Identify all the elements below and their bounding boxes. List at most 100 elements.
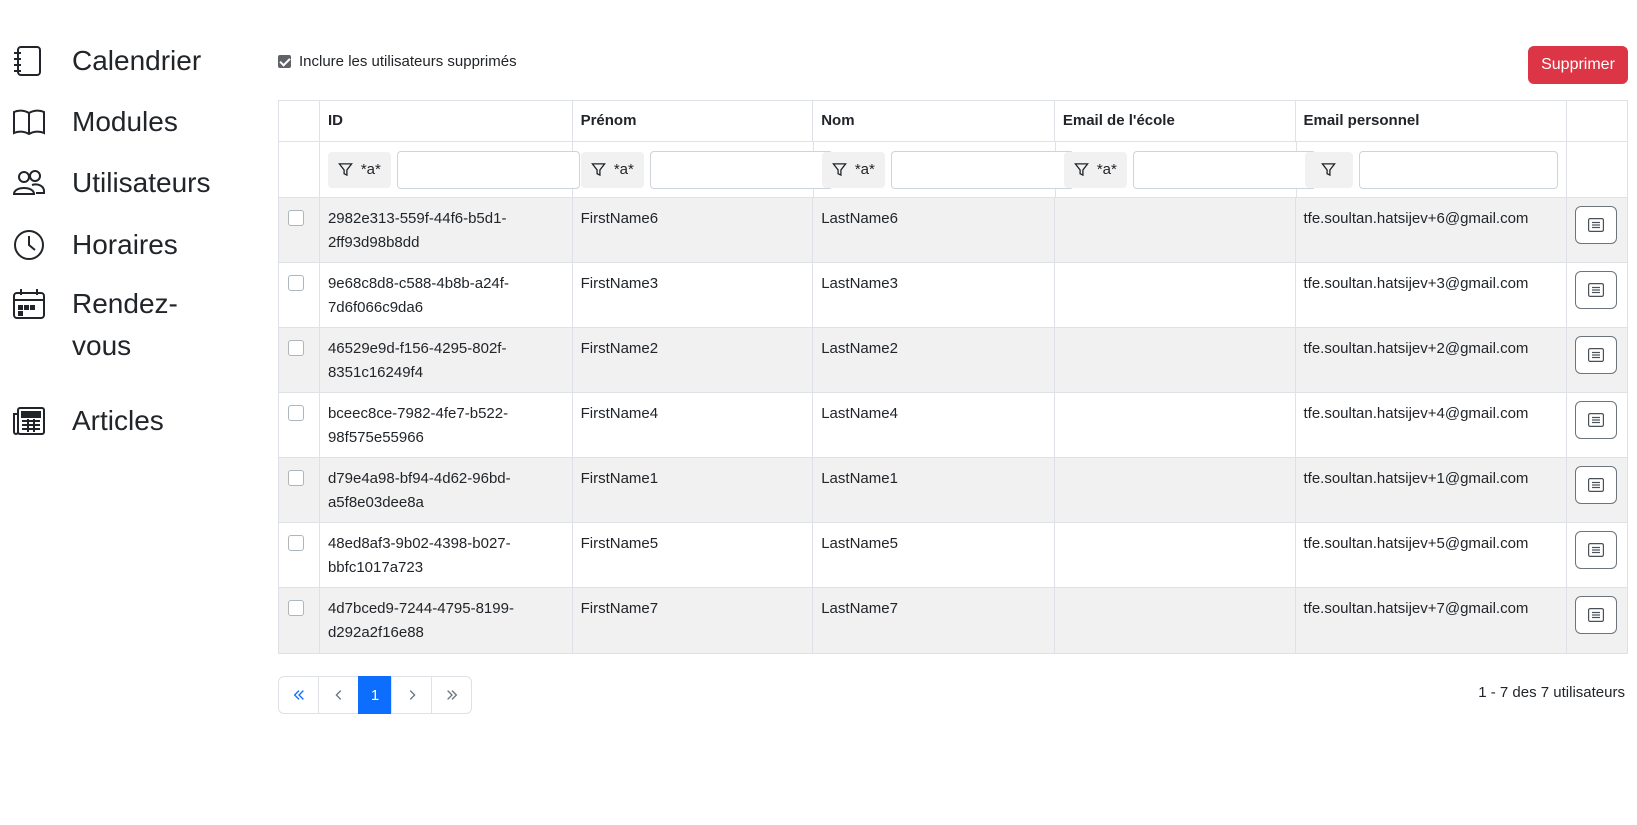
- row-checkbox[interactable]: [288, 275, 304, 291]
- cell-personal-email: tfe.soultan.hatsijev+1@gmail.com: [1296, 458, 1568, 522]
- cell-id: d79e4a98-bf94-4d62-96bd-a5f8e03dee8a: [320, 458, 573, 522]
- list-detail-icon: [1588, 218, 1605, 232]
- sidebar-item-utilisateurs[interactable]: Utilisateurs: [12, 162, 210, 200]
- row-actions-cell: [1567, 458, 1627, 522]
- filter-operator-button[interactable]: *a*: [327, 151, 391, 188]
- sidebar-item-modules[interactable]: Modules: [12, 101, 178, 139]
- page-button-current[interactable]: 1: [358, 676, 392, 714]
- table-row: d79e4a98-bf94-4d62-96bd-a5f8e03dee8a Fir…: [279, 458, 1627, 523]
- sidebar-item-label: Articles: [72, 405, 164, 436]
- column-header-personal-email[interactable]: Email personnel: [1296, 101, 1568, 141]
- cell-school-email: [1055, 263, 1296, 327]
- cell-first-name: FirstName2: [573, 328, 814, 392]
- table-row: 48ed8af3-9b02-4398-b027-bbfc1017a723 Fir…: [279, 523, 1627, 588]
- cell-first-name: FirstName3: [573, 263, 814, 327]
- cell-last-name: LastName4: [813, 393, 1055, 457]
- filter-operator-label: *a*: [360, 161, 381, 178]
- row-actions-cell: [1567, 523, 1627, 587]
- row-select-cell: [279, 458, 320, 522]
- row-checkbox[interactable]: [288, 340, 304, 356]
- cell-id: 48ed8af3-9b02-4398-b027-bbfc1017a723: [320, 523, 573, 587]
- row-checkbox[interactable]: [288, 600, 304, 616]
- filter-operator-button[interactable]: [1304, 151, 1353, 188]
- sidebar-item-articles[interactable]: Articles: [12, 400, 164, 438]
- cell-personal-email: tfe.soultan.hatsijev+5@gmail.com: [1296, 523, 1568, 587]
- row-checkbox[interactable]: [288, 405, 304, 421]
- next-page-button[interactable]: [391, 676, 432, 714]
- list-detail-icon: [1588, 543, 1605, 557]
- filter-row: *a* *a* *a* *a*: [279, 142, 1627, 198]
- filter-operator-label: *a*: [1096, 161, 1117, 178]
- row-select-cell: [279, 523, 320, 587]
- clock-icon: [14, 230, 44, 260]
- row-actions-cell: [1567, 328, 1627, 392]
- row-checkbox[interactable]: [288, 535, 304, 551]
- newspaper-icon: [13, 407, 45, 435]
- sidebar-item-calendrier[interactable]: Calendrier: [12, 40, 201, 78]
- filter-operator-button[interactable]: *a*: [821, 151, 885, 188]
- filter-icon: [337, 163, 353, 177]
- cell-last-name: LastName5: [813, 523, 1055, 587]
- details-button[interactable]: [1575, 401, 1618, 439]
- filter-input-first-name[interactable]: [649, 150, 833, 189]
- cell-school-email: [1055, 393, 1296, 457]
- include-deleted-toggle[interactable]: Inclure les utilisateurs supprimés: [278, 53, 517, 70]
- details-button[interactable]: [1575, 531, 1618, 569]
- filter-input-school-email[interactable]: [1132, 150, 1316, 189]
- delete-button[interactable]: Supprimer: [1528, 46, 1628, 84]
- filter-input-id[interactable]: [396, 150, 580, 189]
- first-page-button[interactable]: [278, 676, 319, 714]
- row-checkbox[interactable]: [288, 470, 304, 486]
- row-select-cell: [279, 588, 320, 653]
- cell-last-name: LastName6: [813, 198, 1055, 262]
- last-page-button[interactable]: [431, 676, 472, 714]
- chevron-right-icon: [409, 690, 416, 700]
- include-deleted-label: Inclure les utilisateurs supprimés: [299, 53, 517, 70]
- cell-personal-email: tfe.soultan.hatsijev+4@gmail.com: [1296, 393, 1568, 457]
- details-button[interactable]: [1575, 596, 1618, 634]
- filter-operator-button[interactable]: *a*: [580, 151, 644, 188]
- row-checkbox[interactable]: [288, 210, 304, 226]
- filter-operator-label: *a*: [613, 161, 634, 178]
- cell-school-email: [1055, 198, 1296, 262]
- filter-cell-personal-email: [1297, 142, 1568, 197]
- details-button[interactable]: [1575, 271, 1618, 309]
- book-icon: [13, 109, 45, 136]
- list-detail-icon: [1588, 348, 1605, 362]
- cell-school-email: [1055, 588, 1296, 653]
- table-row: 4d7bced9-7244-4795-8199-d292a2f16e88 Fir…: [279, 588, 1627, 653]
- sidebar-item-label: Horaires: [72, 229, 178, 260]
- table-row: 2982e313-559f-44f6-b5d1-2ff93d98b8dd Fir…: [279, 198, 1627, 263]
- column-header-id[interactable]: ID: [320, 101, 573, 141]
- include-deleted-checkbox[interactable]: [278, 55, 291, 68]
- filter-cell-school-email: *a*: [1056, 142, 1316, 197]
- select-column-header: [279, 101, 320, 141]
- details-button[interactable]: [1575, 206, 1618, 244]
- sidebar-item-horaires[interactable]: Horaires: [12, 224, 178, 262]
- filter-input-personal-email[interactable]: [1358, 150, 1559, 189]
- filter-cell-first-name: *a*: [573, 142, 833, 197]
- filter-input-last-name[interactable]: [890, 150, 1074, 189]
- filter-cell-id: *a*: [320, 142, 580, 197]
- filter-spacer: [279, 142, 320, 197]
- details-button[interactable]: [1575, 336, 1618, 374]
- cell-first-name: FirstName6: [573, 198, 814, 262]
- column-header-last-name[interactable]: Nom: [813, 101, 1055, 141]
- table-header-row: ID Prénom Nom Email de l'école Email per…: [279, 101, 1627, 142]
- cell-school-email: [1055, 523, 1296, 587]
- cell-id: 9e68c8d8-c588-4b8b-a24f-7d6f066c9da6: [320, 263, 573, 327]
- previous-page-button[interactable]: [318, 676, 359, 714]
- filter-icon: [1321, 163, 1337, 177]
- row-select-cell: [279, 263, 320, 327]
- cell-first-name: FirstName4: [573, 393, 814, 457]
- cell-last-name: LastName3: [813, 263, 1055, 327]
- row-actions-cell: [1567, 588, 1627, 653]
- filter-operator-button[interactable]: *a*: [1063, 151, 1127, 188]
- sidebar-item-rendez-vous[interactable]: Rendez-vous: [12, 283, 178, 361]
- cell-id: 4d7bced9-7244-4795-8199-d292a2f16e88: [320, 588, 573, 653]
- sidebar-item-label: Calendrier: [72, 45, 202, 76]
- filter-icon: [590, 163, 606, 177]
- column-header-first-name[interactable]: Prénom: [573, 101, 814, 141]
- details-button[interactable]: [1575, 466, 1618, 504]
- column-header-school-email[interactable]: Email de l'école: [1055, 101, 1296, 141]
